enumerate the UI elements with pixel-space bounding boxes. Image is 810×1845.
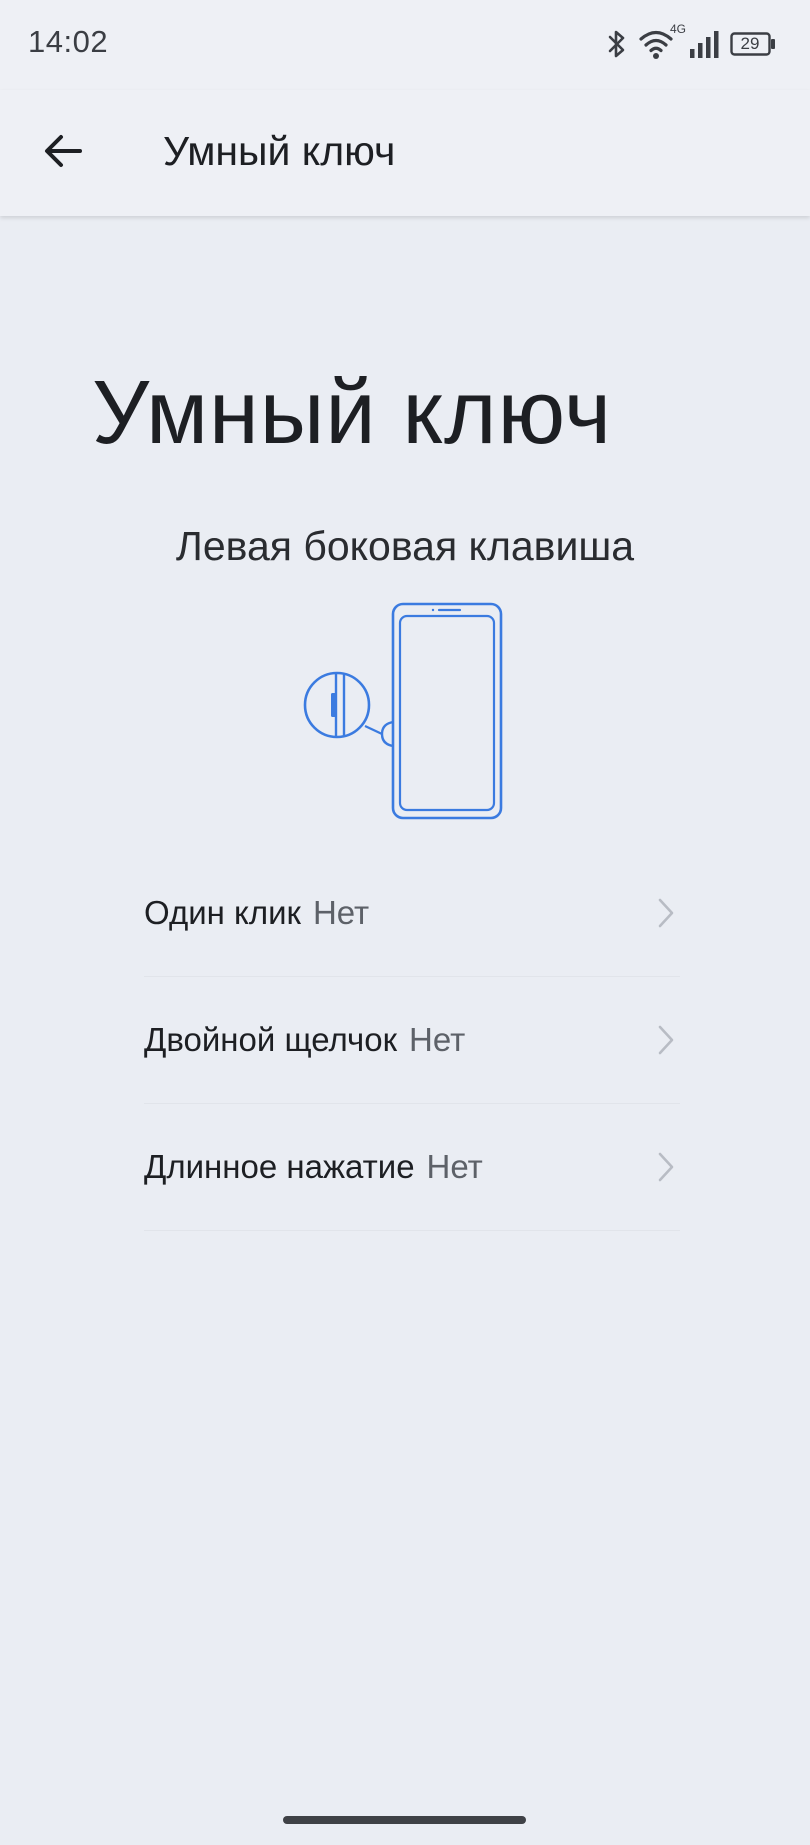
item-value: Нет: [409, 1021, 466, 1058]
wifi-icon: 4G: [638, 22, 686, 60]
chevron-right-icon: [656, 1024, 676, 1061]
list-item-double-click[interactable]: Двойной щелчок Нет: [144, 977, 680, 1104]
signal-icon: [688, 29, 720, 59]
chevron-right-icon: [656, 897, 676, 934]
bluetooth-icon: [606, 29, 628, 59]
battery-level: 29: [740, 34, 760, 53]
item-label: Длинное нажатие: [144, 1148, 415, 1185]
back-button[interactable]: [28, 120, 98, 186]
arrow-left-icon: [43, 133, 83, 174]
battery-icon: 29: [730, 32, 776, 56]
item-label: Двойной щелчок: [144, 1021, 398, 1058]
home-indicator[interactable]: [283, 1816, 526, 1824]
item-label: Один клик: [144, 894, 301, 931]
page-title: Умный ключ: [92, 363, 612, 463]
smart-key-actions-list: Один клик Нет Двойной щелчок Нет Длинное…: [144, 850, 680, 1231]
list-item-single-click[interactable]: Один клик Нет: [144, 850, 680, 977]
item-value: Нет: [426, 1148, 483, 1185]
status-bar: 14:02 4G 29: [0, 0, 810, 90]
app-bar: Умный ключ: [0, 90, 810, 216]
status-icons: 4G 29: [606, 22, 776, 62]
chevron-right-icon: [656, 1151, 676, 1188]
key-subtitle: Левая боковая клавиша: [175, 523, 635, 569]
list-item-long-press[interactable]: Длинное нажатие Нет: [144, 1104, 680, 1231]
status-time: 14:02: [28, 24, 109, 59]
app-bar-title: Умный ключ: [163, 128, 396, 174]
phone-side-key-icon: [300, 600, 510, 822]
item-value: Нет: [312, 894, 370, 931]
network-type-label: 4G: [669, 22, 686, 36]
